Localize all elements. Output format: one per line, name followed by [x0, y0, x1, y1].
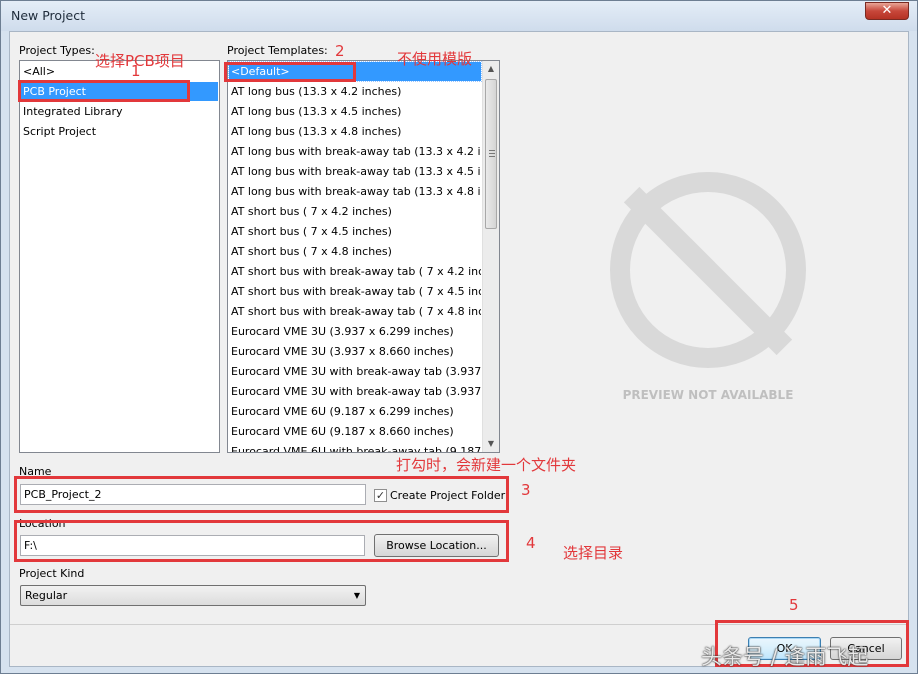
scroll-thumb[interactable] — [485, 79, 497, 229]
annotation-text-3: 打勾时，会新建一个文件夹 — [396, 456, 577, 474]
annotation-number-5: 5 — [789, 596, 799, 614]
preview-not-available-text: PREVIEW NOT AVAILABLE — [622, 388, 794, 402]
new-project-dialog: New Project ✕ Project Types: <All> PCB Pr… — [0, 0, 918, 674]
project-template-item[interactable]: Eurocard VME 6U (9.187 x 6.299 inches) — [229, 402, 481, 421]
project-types-label: Project Types: — [19, 44, 95, 57]
project-kind-label: Project Kind — [19, 567, 85, 580]
annotation-box-2 — [224, 62, 356, 82]
project-template-item[interactable]: Eurocard VME 3U with break-away tab (3.9… — [229, 382, 481, 401]
annotation-box-1 — [18, 80, 190, 102]
project-templates-label: Project Templates: — [227, 44, 328, 57]
title-bar: New Project ✕ — [1, 1, 917, 31]
project-template-item[interactable]: AT long bus with break-away tab (13.3 x … — [229, 182, 481, 201]
project-template-item[interactable]: AT short bus ( 7 x 4.2 inches) — [229, 202, 481, 221]
annotation-number-1: 1 — [131, 62, 141, 80]
window-title: New Project — [11, 8, 86, 23]
annotation-number-4: 4 — [526, 534, 536, 552]
close-button[interactable]: ✕ — [865, 2, 909, 20]
project-templates-list[interactable]: <Default> AT long bus (13.3 x 4.2 inches)… — [227, 60, 500, 453]
project-template-item[interactable]: Eurocard VME 6U with break-away tab (9.1… — [229, 442, 481, 452]
project-kind-value: Regular — [25, 589, 68, 602]
project-kind-select[interactable]: Regular ▼ — [20, 585, 366, 606]
annotation-text-2: 不使用模版 — [397, 50, 473, 68]
project-template-item[interactable]: AT long bus (13.3 x 4.5 inches) — [229, 102, 481, 121]
project-template-item[interactable]: AT short bus with break-away tab ( 7 x 4… — [229, 262, 481, 281]
annotation-box-3 — [14, 476, 509, 513]
project-template-item[interactable]: AT long bus with break-away tab (13.3 x … — [229, 162, 481, 181]
chevron-down-icon: ▼ — [353, 591, 360, 600]
dialog-body: Project Types: <All> PCB Project Integrate… — [9, 31, 909, 667]
project-template-item[interactable]: Eurocard VME 3U (3.937 x 8.660 inches) — [229, 342, 481, 361]
project-types-list[interactable]: <All> PCB Project Integrated Library Script… — [19, 60, 220, 453]
watermark: 头条号 / 逢雨飞起 — [701, 645, 869, 669]
project-template-item[interactable]: Eurocard VME 3U with break-away tab (3.9… — [229, 362, 481, 381]
project-template-item[interactable]: Eurocard VME 6U (9.187 x 8.660 inches) — [229, 422, 481, 441]
project-template-item[interactable]: AT long bus (13.3 x 4.2 inches) — [229, 82, 481, 101]
annotation-box-4 — [14, 520, 509, 562]
project-template-item[interactable]: AT long bus with break-away tab (13.3 x … — [229, 142, 481, 161]
annotation-text-4: 选择目录 — [563, 544, 624, 562]
project-type-item[interactable]: Integrated Library — [21, 102, 218, 121]
scroll-up-arrow-icon[interactable]: ▲ — [483, 61, 499, 77]
project-template-item[interactable]: AT long bus (13.3 x 4.8 inches) — [229, 122, 481, 141]
project-type-item[interactable]: Script Project — [21, 122, 218, 141]
project-template-item[interactable]: Eurocard VME 3U (3.937 x 6.299 inches) — [229, 322, 481, 341]
templates-scrollbar[interactable]: ▲ ▼ — [482, 61, 499, 452]
project-template-item[interactable]: AT short bus ( 7 x 4.5 inches) — [229, 222, 481, 241]
project-template-item[interactable]: AT short bus with break-away tab ( 7 x 4… — [229, 282, 481, 301]
annotation-number-3: 3 — [521, 481, 531, 499]
project-template-item[interactable]: AT short bus ( 7 x 4.8 inches) — [229, 242, 481, 261]
project-template-item[interactable]: AT short bus with break-away tab ( 7 x 4… — [229, 302, 481, 321]
scroll-down-arrow-icon[interactable]: ▼ — [483, 436, 499, 452]
annotation-number-2: 2 — [335, 42, 345, 60]
